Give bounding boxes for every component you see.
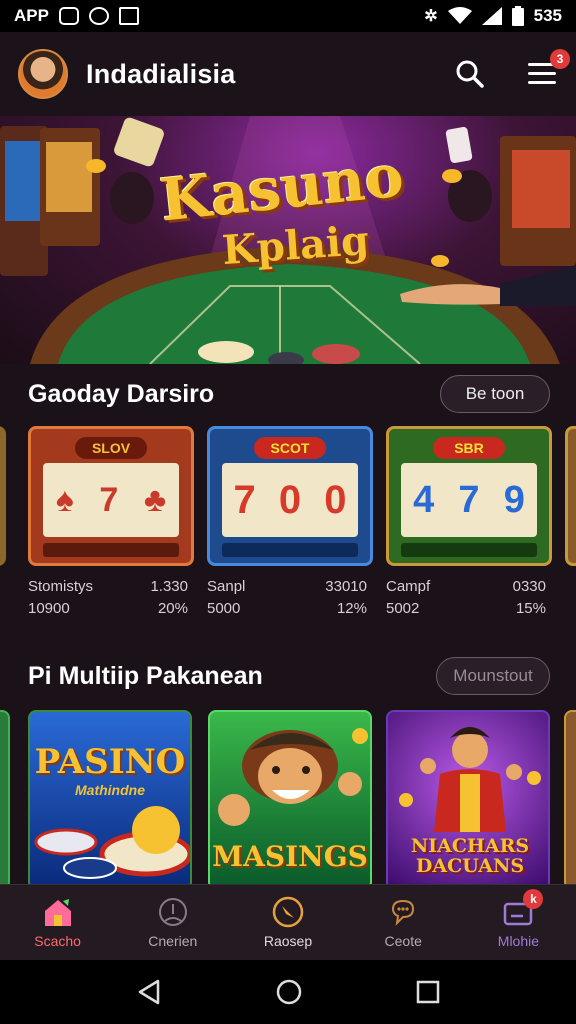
slot-card-partial[interactable] (565, 426, 576, 566)
game-value: 33010 (325, 578, 367, 595)
promo-card-partial[interactable] (564, 710, 576, 884)
promo-games-row: PASINO Mathindne MASINGS NIACHARS DACUAN… (0, 710, 576, 884)
wallet-badge: k (523, 888, 544, 909)
app-header: Indadialisia 3 (0, 32, 576, 116)
slot-reels: 4 7 9 (401, 463, 537, 537)
game-amount: 10900 (28, 600, 70, 617)
chips-illustration (34, 806, 190, 879)
slot-card[interactable]: SCOT 7 0 0 (207, 426, 373, 566)
section-header-promos: Pi Multiip Pakanean Mounstout (0, 646, 576, 706)
game-name: Campf (386, 578, 431, 595)
game-pct: 15% (515, 600, 546, 617)
instagram-icon (58, 7, 79, 25)
see-more-button[interactable]: Mounstout (436, 657, 550, 695)
game-value: 0330 (512, 578, 546, 595)
wifi-icon (447, 7, 472, 24)
section-title: Gaoday Darsiro (28, 379, 215, 408)
app-label: APP (14, 6, 49, 25)
section-header-popular: Gaoday Darsiro Be toon (0, 364, 576, 424)
slot-sign: SBR (433, 437, 505, 459)
chat-icon (392, 899, 415, 926)
promo-title: NIACHARS DACUANS (410, 835, 530, 877)
promo-card[interactable]: NIACHARS DACUANS (386, 710, 550, 884)
person-icon (158, 897, 187, 926)
promo-card[interactable]: PASINO Mathindne (28, 710, 192, 884)
signal-icon (481, 7, 502, 25)
mail-icon (118, 7, 139, 25)
bottom-navigation: Scacho Cnerien Raosep Ceote k Mlohie (0, 884, 576, 960)
avatar[interactable] (18, 49, 68, 99)
nav-label: Raosep (263, 932, 313, 949)
menu-badge: 3 (550, 49, 570, 69)
promo-title: PASINO (34, 742, 186, 782)
hero-banner[interactable]: Kasuno Kplaig (0, 116, 576, 364)
nav-item-profile[interactable]: Cnerien (115, 885, 230, 960)
status-bar-left: APP (14, 6, 139, 26)
back-icon[interactable] (136, 979, 162, 1005)
character-illustration (399, 727, 541, 832)
slot-card[interactable]: SLOV ♠ 7 ♣ (28, 426, 194, 566)
app-title: Indadialisia (86, 58, 236, 89)
slot-meta: Campf 0330 5002 15% (386, 576, 552, 620)
recents-icon[interactable] (416, 980, 440, 1004)
home-icon (44, 898, 71, 926)
nav-item-chat[interactable]: Ceote (346, 885, 461, 960)
promo-subtitle: Mathindne (75, 782, 145, 798)
nav-item-wallet[interactable]: k Mlohie (461, 885, 576, 960)
character-illustration (218, 728, 368, 826)
nav-label: Scacho (34, 932, 81, 949)
game-name: Sanpl (207, 578, 246, 595)
slot-sign: SLOV (75, 437, 147, 459)
promo-card-partial[interactable] (0, 710, 10, 884)
slot-card[interactable]: SBR 4 7 9 (386, 426, 552, 566)
home-button-icon[interactable] (275, 978, 303, 1006)
game-value: 1.330 (150, 578, 188, 595)
search-icon[interactable] (456, 60, 484, 88)
see-all-button[interactable]: Be toon (440, 375, 550, 413)
game-amount: 5000 (207, 600, 241, 617)
slot-meta: Sanpl 33010 5000 12% (207, 576, 373, 620)
section-title: Pi Multiip Pakanean (28, 661, 263, 690)
whatsapp-icon (88, 7, 109, 25)
nav-label: Mlohie (497, 932, 540, 949)
status-bar-right: ✲ 535 (424, 6, 562, 26)
game-amount: 5002 (386, 600, 420, 617)
slot-sign: SCOT (254, 437, 326, 459)
header-actions: 3 (456, 49, 570, 88)
battery-icon (511, 6, 524, 26)
menu-icon[interactable]: 3 (528, 49, 570, 87)
game-pct: 12% (336, 600, 367, 617)
nav-item-home[interactable]: Scacho (0, 885, 115, 960)
slot-card-partial[interactable] (0, 426, 6, 566)
slot-meta: Stomistys 1.330 10900 20% (28, 576, 194, 620)
vibrate-icon: ✲ (424, 8, 438, 25)
slot-games-row: SLOV ♠ 7 ♣ Stomistys 1.330 10900 20% SCOT … (0, 426, 576, 626)
game-pct: 20% (157, 600, 188, 617)
promo-title: MASINGS (212, 840, 368, 873)
promo-card[interactable]: MASINGS (208, 710, 372, 884)
clock: 535 (533, 6, 562, 25)
nav-label: Cnerien (148, 932, 198, 949)
slot-reels: ♠ 7 ♣ (43, 463, 179, 537)
compass-icon (272, 896, 304, 927)
game-name: Stomistys (28, 578, 94, 595)
nav-item-explore[interactable]: Raosep (230, 885, 345, 960)
status-bar: APP ✲ 535 (0, 0, 576, 32)
slot-reels: 7 0 0 (222, 463, 358, 537)
system-navigation-bar (0, 960, 576, 1024)
nav-label: Ceote (384, 932, 422, 949)
